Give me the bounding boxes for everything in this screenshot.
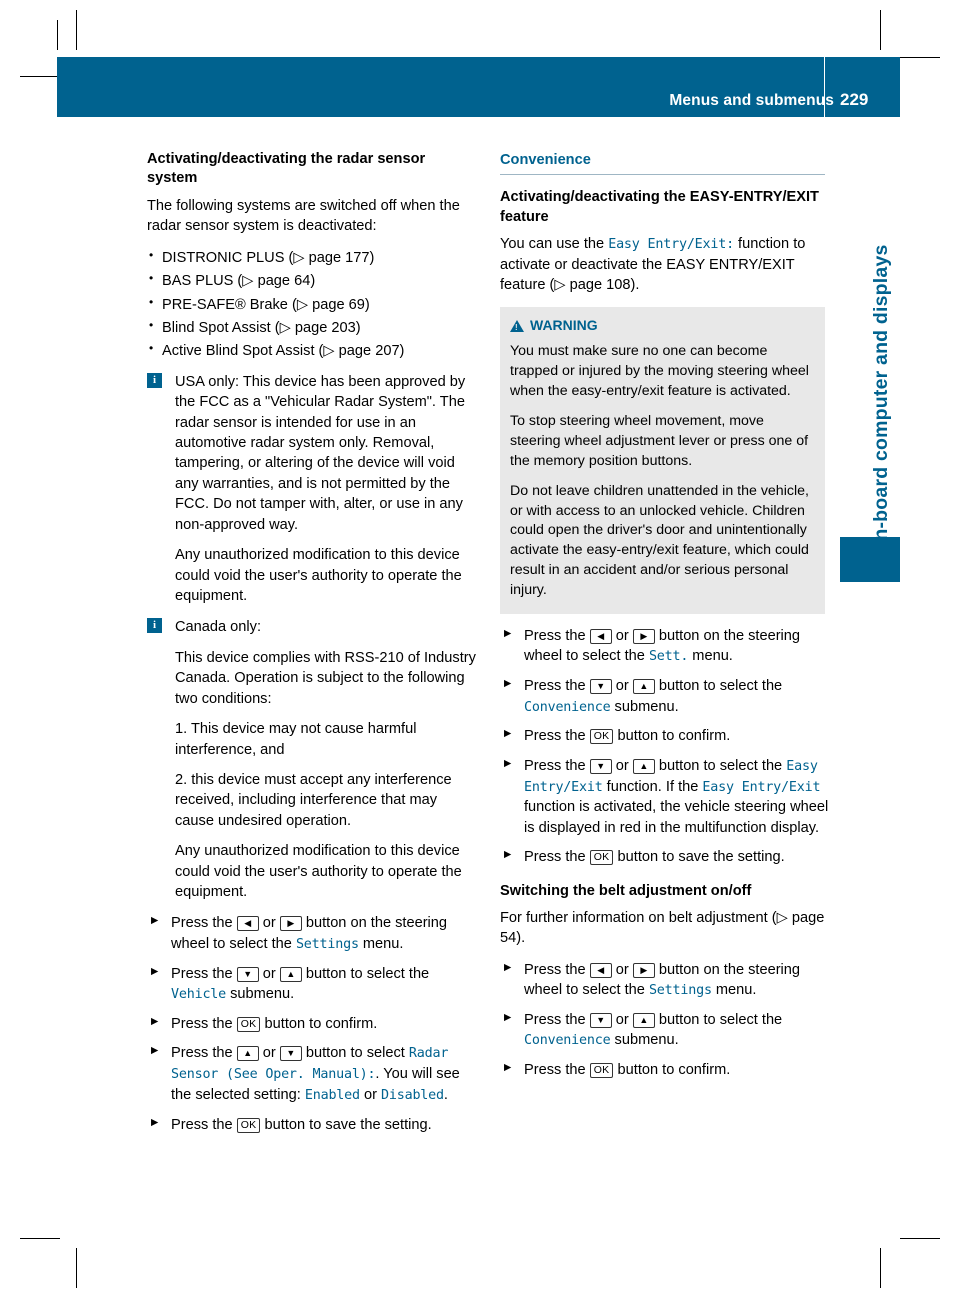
instruction-step: Press the ◀ or ▶ button on the steering … bbox=[500, 626, 830, 667]
list-item: BAS PLUS (▷ page 64) bbox=[147, 270, 477, 291]
instruction-step: Press the ▲ or ▼ button to select Radar … bbox=[147, 1043, 477, 1105]
instruction-step: Press the ▼ or ▲ button to select the Co… bbox=[500, 1010, 830, 1051]
ok-button-icon[interactable]: OK bbox=[236, 1016, 261, 1032]
warning-paragraph: Do not leave children unattended in the … bbox=[510, 482, 809, 599]
menu-item-name: Vehicle bbox=[171, 987, 227, 1003]
info-paragraph: This device complies with RSS-210 of Ind… bbox=[175, 649, 476, 707]
info-note-canada: i Canada only: This device complies with … bbox=[147, 617, 477, 902]
page-title: Menus and submenus bbox=[669, 92, 834, 109]
steering-wheel-button-icon[interactable]: ◀ bbox=[589, 962, 612, 978]
instruction-step: Press the OK button to save the setting. bbox=[500, 847, 830, 867]
right-column: Convenience Activating/deactivating the … bbox=[500, 150, 830, 1090]
steering-wheel-button-icon[interactable]: ▼ bbox=[589, 758, 612, 774]
steering-wheel-button-icon[interactable]: ▼ bbox=[236, 966, 259, 982]
crop-mark-top-left-h bbox=[20, 76, 60, 77]
steering-wheel-button-icon[interactable]: ▼ bbox=[589, 1012, 612, 1028]
belt-adjustment-intro: For further information on belt adjustme… bbox=[500, 909, 825, 947]
steering-wheel-button-icon[interactable]: ▼ bbox=[589, 679, 612, 695]
list-item: PRE-SAFE® Brake (▷ page 69) bbox=[147, 293, 477, 315]
instruction-step: Press the ◀ or ▶ button on the steering … bbox=[500, 960, 830, 1001]
instruction-step: Press the OK button to confirm. bbox=[147, 1014, 477, 1034]
left-column: Activating/deactivating the radar sensor… bbox=[147, 150, 477, 1144]
list-item: Active Blind Spot Assist (▷ page 207) bbox=[147, 340, 477, 361]
steering-wheel-button-icon[interactable]: ▼ bbox=[279, 1046, 302, 1062]
list-item: DISTRONIC PLUS (▷ page 177) bbox=[147, 247, 477, 268]
info-icon: i bbox=[147, 372, 162, 388]
menu-item-name: Disabled bbox=[381, 1087, 444, 1103]
easy-entry-steps-list: Press the ◀ or ▶ button on the steering … bbox=[500, 626, 830, 868]
instruction-step: Press the ▼ or ▲ button to select the Co… bbox=[500, 676, 830, 717]
instruction-step: Press the OK button to save the setting. bbox=[147, 1115, 477, 1135]
menu-item-name: Convenience bbox=[524, 1033, 611, 1049]
ok-button-icon[interactable]: OK bbox=[589, 1063, 614, 1079]
info-paragraph: USA only: This device has been approved … bbox=[175, 373, 466, 533]
info-paragraph: 1. This device may not cause harmful int… bbox=[175, 721, 417, 758]
warning-header: WARNING bbox=[510, 316, 815, 336]
warning-box: WARNING You must make sure no one can be… bbox=[500, 306, 825, 614]
crop-mark-top-left-v bbox=[76, 10, 77, 50]
steering-wheel-button-icon[interactable]: ▶ bbox=[632, 628, 655, 644]
warning-label: WARNING bbox=[530, 316, 598, 333]
menu-item-name: Settings bbox=[295, 936, 359, 952]
instruction-step: Press the ▼ or ▲ button to select the Ea… bbox=[500, 756, 830, 838]
steering-wheel-button-icon[interactable]: ▲ bbox=[279, 966, 302, 982]
page-number: 229 bbox=[840, 90, 869, 109]
info-paragraph: 2. this device must accept any interfere… bbox=[175, 771, 452, 829]
steering-wheel-button-icon[interactable]: ◀ bbox=[589, 628, 612, 644]
list-item: Blind Spot Assist (▷ page 203) bbox=[147, 317, 477, 338]
steering-wheel-button-icon[interactable]: ▶ bbox=[632, 962, 655, 978]
menu-item-name: Radar Sensor (See Oper. Manual): bbox=[171, 1046, 449, 1083]
easy-entry-heading: Activating/deactivating the EASY-ENTRY/E… bbox=[500, 189, 819, 225]
instruction-step: Press the ◀ or ▶ button on the steering … bbox=[147, 913, 477, 954]
steering-wheel-button-icon[interactable]: ▲ bbox=[632, 758, 655, 774]
menu-item-name: Enabled bbox=[304, 1087, 360, 1103]
chapter-side-tab-label: On-board computer and displays bbox=[870, 244, 892, 556]
chapter-side-tab: On-board computer and displays bbox=[840, 166, 900, 566]
left-steps-list: Press the ◀ or ▶ button on the steering … bbox=[147, 913, 477, 1135]
convenience-section-heading: Convenience bbox=[500, 152, 591, 168]
menu-item-name: Easy Entry/Exit: bbox=[608, 237, 734, 253]
crop-mark-bottom-left-v bbox=[76, 1248, 77, 1288]
crop-mark-top-right-h bbox=[900, 57, 940, 58]
crop-mark-top-right-v bbox=[880, 10, 881, 50]
easy-entry-intro: You can use the Easy Entry/Exit: functio… bbox=[500, 236, 806, 294]
crop-mark-bottom-right-h bbox=[900, 1238, 940, 1239]
info-icon: i bbox=[147, 618, 162, 634]
steering-wheel-button-icon[interactable]: ◀ bbox=[236, 916, 259, 932]
left-intro-paragraph: The following systems are switched off w… bbox=[147, 197, 460, 235]
section-rule bbox=[500, 174, 825, 176]
instruction-step: Press the OK button to confirm. bbox=[500, 1060, 830, 1080]
crop-mark-bottom-right-v bbox=[880, 1248, 881, 1288]
affected-systems-list: DISTRONIC PLUS (▷ page 177)BAS PLUS (▷ p… bbox=[147, 247, 477, 362]
info-paragraph: Any unauthorized modification to this de… bbox=[175, 547, 462, 604]
info-paragraph: Canada only: bbox=[175, 619, 262, 636]
warning-paragraph: To stop steering wheel movement, move st… bbox=[510, 413, 809, 469]
menu-item-name: Easy Entry/Exit bbox=[702, 779, 821, 795]
steering-wheel-button-icon[interactable]: ▲ bbox=[236, 1046, 259, 1062]
menu-item-name: Sett. bbox=[648, 649, 689, 665]
belt-steps-list: Press the ◀ or ▶ button on the steering … bbox=[500, 960, 830, 1081]
belt-adjustment-heading: Switching the belt adjustment on/off bbox=[500, 882, 752, 899]
chapter-tab-marker bbox=[840, 537, 900, 582]
ok-button-icon[interactable]: OK bbox=[589, 729, 614, 745]
menu-item-name: Settings bbox=[648, 983, 712, 999]
info-note-usa: i USA only: This device has been approve… bbox=[147, 372, 477, 607]
instruction-step: Press the OK button to confirm. bbox=[500, 726, 830, 746]
steering-wheel-button-icon[interactable]: ▲ bbox=[632, 679, 655, 695]
ok-button-icon[interactable]: OK bbox=[236, 1117, 261, 1133]
steering-wheel-button-icon[interactable]: ▶ bbox=[279, 916, 302, 932]
steering-wheel-button-icon[interactable]: ▲ bbox=[632, 1012, 655, 1028]
instruction-step: Press the ▼ or ▲ button to select the Ve… bbox=[147, 964, 477, 1005]
left-section-heading: Activating/deactivating the radar sensor… bbox=[147, 151, 426, 187]
crop-mark-bottom-left-h bbox=[20, 1238, 60, 1239]
menu-item-name: Convenience bbox=[524, 699, 611, 715]
warning-triangle-icon bbox=[510, 319, 524, 333]
document-page: Menus and submenus 229 On-board computer… bbox=[0, 0, 954, 1294]
crop-mark-top-left-corner-v bbox=[57, 20, 58, 50]
info-paragraph: Any unauthorized modification to this de… bbox=[175, 843, 462, 901]
ok-button-icon[interactable]: OK bbox=[589, 850, 614, 866]
warning-paragraph: You must make sure no one can become tra… bbox=[510, 343, 809, 400]
